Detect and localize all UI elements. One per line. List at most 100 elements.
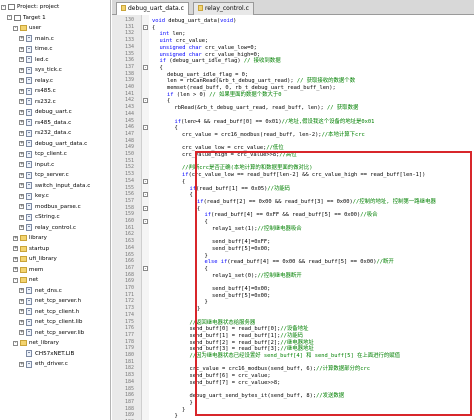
expand-icon[interactable]: + (19, 193, 24, 199)
tree-item-label: input.c (35, 161, 55, 168)
fold-toggle-icon[interactable]: - (143, 24, 148, 30)
tree-file-item[interactable]: + debug_uart.c (0, 107, 110, 117)
expand-icon[interactable]: + (19, 109, 24, 115)
tree-file-item[interactable]: + rs232_data.c (0, 128, 110, 138)
code-line: } (190, 399, 193, 407)
collapse-icon[interactable]: - (7, 15, 12, 20)
fold-toggle-icon[interactable]: - (143, 178, 148, 184)
expand-icon[interactable]: + (13, 246, 18, 251)
collapse-icon[interactable]: - (13, 25, 18, 31)
expand-icon[interactable]: + (19, 120, 24, 125)
tree-item-label: debug_uart_data.c (35, 140, 88, 147)
tree-item-label: key.c (35, 193, 49, 199)
tree-file-item[interactable]: + tcp_server.c (0, 170, 110, 180)
file-icon (26, 77, 32, 84)
tab-label: debug_uart_data.c (128, 5, 184, 12)
tree-folder-item[interactable]: + startup (0, 244, 110, 254)
expand-icon[interactable]: + (19, 298, 24, 304)
expand-icon[interactable]: + (19, 130, 24, 136)
expand-icon[interactable]: + (19, 46, 24, 52)
tree-folder-item[interactable]: + library (0, 233, 110, 243)
collapse-icon[interactable]: - (1, 4, 6, 10)
tree-file-item[interactable]: + net_dns.c (0, 286, 110, 296)
expand-icon[interactable]: + (13, 256, 18, 262)
tree-file-item[interactable]: + main.c (0, 34, 110, 44)
tree-folder-item[interactable]: + ufi_library (0, 254, 110, 264)
tree-file-item[interactable]: + net_tcp_server.lib (0, 328, 110, 338)
tree-file-item[interactable]: CH57xNET.LIB (0, 349, 110, 359)
expand-icon[interactable]: + (19, 225, 24, 230)
expand-icon[interactable]: + (19, 88, 24, 94)
tree-file-item[interactable]: + time.c (0, 44, 110, 54)
fold-toggle-icon[interactable]: - (143, 265, 148, 271)
fold-toggle-icon[interactable]: - (143, 125, 148, 131)
tree-file-item[interactable]: + debug_uart_data.c (0, 139, 110, 149)
file-icon (197, 5, 203, 11)
expand-icon[interactable]: + (19, 330, 24, 335)
tree-target-item[interactable]: - Target 1 (0, 13, 110, 23)
expand-icon[interactable]: + (19, 361, 24, 367)
tree-folder-item[interactable]: - net_library (0, 338, 110, 348)
code-line: if (debug_uart_idle_flag) // 接收到数据 (160, 57, 281, 65)
collapse-icon[interactable]: - (13, 340, 18, 346)
expand-icon[interactable]: + (19, 78, 24, 83)
tree-folder-item[interactable]: + mem (0, 265, 110, 275)
tree-item-label: time.c (35, 46, 53, 52)
code-comment: // 如果里面的数据个数大于0 (209, 91, 282, 98)
expand-icon[interactable]: + (19, 57, 24, 62)
tree-file-item[interactable]: + eth_driver.c (0, 359, 110, 369)
tree-file-item[interactable]: + rs485.c (0, 86, 110, 96)
tree-folder-item[interactable]: - user (0, 23, 110, 33)
expand-icon[interactable]: + (19, 204, 24, 209)
expand-icon[interactable]: + (19, 319, 24, 325)
expand-icon[interactable]: + (19, 162, 24, 167)
tree-project-item[interactable]: - Project: project (0, 2, 110, 12)
tree-file-item[interactable]: + rs485_data.c (0, 118, 110, 128)
tree-item-label: mem (29, 266, 44, 273)
expand-icon[interactable]: + (19, 36, 24, 41)
code-comment: //地址,假设我这个设备的地址是0x01 (281, 118, 375, 125)
tree-file-item[interactable]: + modbus_parse.c (0, 202, 110, 212)
expand-icon[interactable]: + (19, 288, 24, 293)
tree-folder-item[interactable]: - net (0, 275, 110, 285)
expand-icon[interactable]: + (19, 141, 24, 146)
editor-tab[interactable]: debug_uart_data.c (116, 2, 189, 15)
fold-toggle-icon[interactable]: - (143, 219, 148, 224)
tree-file-item[interactable]: + cString.c (0, 212, 110, 222)
tree-file-item[interactable]: + switch_input_data.c (0, 181, 110, 191)
expand-icon[interactable]: + (19, 172, 24, 178)
tree-item-label: rs485_data.c (35, 119, 72, 126)
code-comment: //本地计算下crc (321, 131, 365, 138)
expand-icon[interactable]: + (19, 309, 24, 314)
tree-file-item[interactable]: + net_tcp_server.h (0, 296, 110, 306)
fold-toggle-icon[interactable]: - (143, 205, 148, 211)
expand-icon[interactable]: + (19, 99, 24, 104)
file-icon (26, 150, 32, 158)
code-line: { (182, 178, 185, 186)
tree-file-item[interactable]: + relay.c (0, 76, 110, 86)
collapse-icon[interactable]: - (13, 277, 18, 283)
expand-icon[interactable]: + (19, 183, 24, 188)
expand-icon[interactable]: + (19, 151, 24, 157)
tree-file-item[interactable]: + input.c (0, 160, 110, 170)
tree-file-item[interactable]: + key.c (0, 191, 110, 201)
editor-tab[interactable]: relay_control.c (192, 2, 254, 15)
file-icon (26, 192, 32, 200)
fold-toggle-icon[interactable]: - (143, 64, 148, 70)
expand-icon[interactable]: + (13, 267, 18, 272)
tree-file-item[interactable]: + sys_tick.c (0, 65, 110, 75)
tree-file-item[interactable]: + led.c (0, 55, 110, 65)
tree-file-item[interactable]: + net_tcp_client.lib (0, 317, 110, 327)
code-comment: // 获取数据 (327, 105, 359, 112)
tree-file-item[interactable]: + relay_control.c (0, 223, 110, 233)
tree-file-item[interactable]: + net_tcp_client.h (0, 307, 110, 317)
expand-icon[interactable]: + (19, 214, 24, 220)
tree-file-item[interactable]: + tcp_client.c (0, 149, 110, 159)
folder-icon (20, 235, 27, 241)
code-text: debug_uart_data( (164, 18, 221, 24)
expand-icon[interactable]: + (19, 67, 24, 73)
tree-file-item[interactable]: + rs232.c (0, 97, 110, 107)
expand-icon[interactable]: + (13, 235, 18, 241)
fold-toggle-icon[interactable]: - (143, 98, 148, 104)
fold-toggle-icon[interactable]: - (143, 192, 148, 198)
